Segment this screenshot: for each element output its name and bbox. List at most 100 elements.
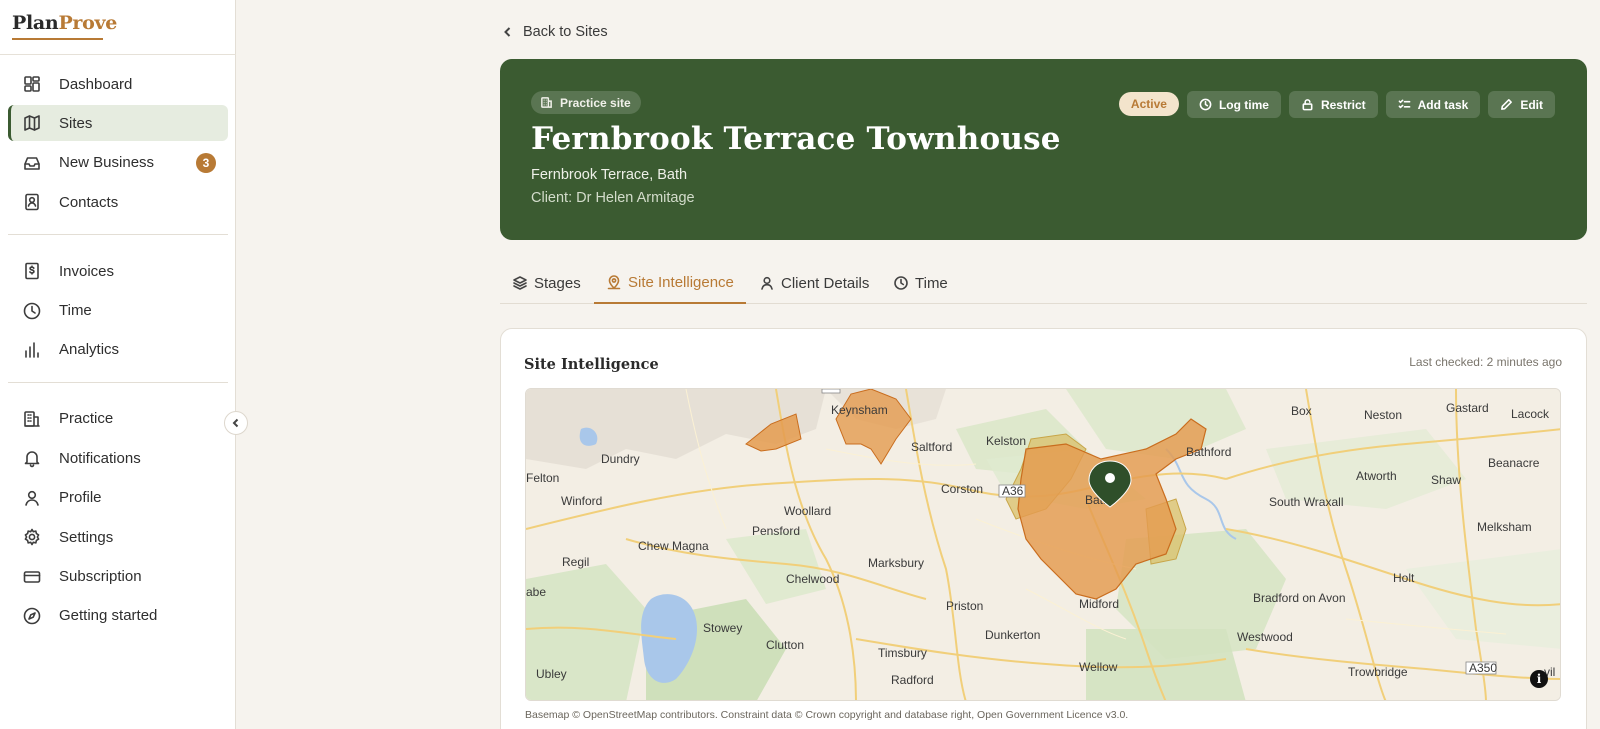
collapse-sidebar-button[interactable]	[224, 411, 248, 435]
sidebar-item-dashboard[interactable]: Dashboard	[8, 66, 228, 102]
map-label: Westwood	[1237, 630, 1293, 644]
map-label: Bathford	[1186, 445, 1231, 459]
sidebar-item-settings[interactable]: Settings	[8, 519, 228, 555]
tab-label: Site Intelligence	[628, 273, 734, 291]
logo-prove: Prove	[58, 12, 118, 34]
sidebar-item-getting-started[interactable]: Getting started	[8, 598, 228, 634]
map-label: Saltford	[911, 440, 952, 454]
button-label: Restrict	[1320, 97, 1366, 112]
map-label: Kelston	[986, 434, 1026, 448]
sidebar-item-label: Contacts	[59, 193, 119, 211]
sidebar-item-contacts[interactable]: Contacts	[8, 184, 228, 220]
map-label: Marksbury	[868, 556, 924, 570]
gear-icon	[22, 527, 42, 547]
credit-card-icon	[22, 567, 42, 587]
inbox-icon	[22, 153, 42, 173]
site-header-banner: Practice site Fernbrook Terrace Townhous…	[500, 59, 1587, 240]
sidebar-item-label: Settings	[59, 528, 114, 546]
site-map[interactable]: Keynsham Saltford Kelston Box Neston Gas…	[525, 388, 1561, 701]
divider	[8, 381, 228, 383]
map-label: Dunkerton	[985, 628, 1040, 642]
count-badge: 3	[196, 152, 216, 173]
map-label: Beanacre	[1488, 456, 1540, 470]
button-label: Add task	[1417, 97, 1469, 112]
pencil-icon	[1501, 99, 1513, 110]
bar-chart-icon	[22, 340, 42, 360]
clock-icon	[1199, 98, 1212, 111]
map-label: Atworth	[1356, 469, 1397, 483]
map-label: abe	[526, 585, 546, 599]
clock-icon	[894, 276, 908, 290]
sidebar-item-new-business[interactable]: New Business 3	[8, 145, 228, 181]
sidebar-item-label: Subscription	[59, 568, 142, 586]
logo-underline	[12, 38, 103, 40]
sidebar-item-analytics[interactable]: Analytics	[8, 332, 228, 368]
map-label: A36	[1002, 484, 1024, 498]
chevron-left-icon	[232, 418, 239, 428]
map-label: Corston	[941, 482, 983, 496]
practice-site-chip: Practice site	[531, 91, 641, 114]
tab-stages[interactable]: Stages	[500, 262, 593, 304]
tab-time[interactable]: Time	[881, 262, 960, 304]
user-icon	[761, 276, 773, 290]
sidebar-nav: Dashboard Sites New Business 3 Contacts …	[8, 66, 228, 637]
layers-icon	[513, 276, 527, 290]
site-intelligence-card: Site Intelligence Last checked: 2 minute…	[500, 328, 1587, 729]
map-label: Felton	[526, 471, 559, 485]
sidebar-item-sites[interactable]: Sites	[8, 105, 228, 142]
map-label: Clutton	[766, 638, 804, 652]
page-title: Fernbrook Terrace Townhouse	[531, 121, 1061, 157]
sidebar-item-label: Dashboard	[59, 75, 133, 93]
restrict-button[interactable]: Restrict	[1288, 91, 1378, 118]
sidebar-item-label: Time	[59, 302, 92, 320]
last-checked-text: Last checked: 2 minutes ago	[1409, 355, 1562, 369]
back-label: Back to Sites	[523, 24, 608, 40]
sidebar-item-label: Profile	[59, 489, 102, 507]
site-tabs: Stages Site Intelligence Client Details …	[500, 262, 1587, 304]
log-time-button[interactable]: Log time	[1186, 91, 1281, 118]
sidebar-item-label: Practice	[59, 410, 114, 428]
divider	[8, 234, 228, 236]
tab-label: Time	[915, 274, 948, 292]
map-label: Bradford on Avon	[1253, 591, 1346, 605]
checklist-icon	[1398, 99, 1411, 109]
bell-icon	[22, 448, 42, 468]
building-icon	[541, 97, 552, 108]
sidebar-item-notifications[interactable]: Notifications	[8, 440, 228, 476]
add-task-button[interactable]: Add task	[1385, 91, 1481, 118]
card-title: Site Intelligence	[524, 356, 659, 373]
map-label: Chew Magna	[638, 539, 709, 553]
map-canvas: Keynsham Saltford Kelston Box Neston Gas…	[526, 389, 1560, 700]
status-badge: Active	[1118, 92, 1179, 116]
back-to-sites-link[interactable]: Back to Sites	[502, 24, 608, 40]
map-label: Melksham	[1477, 520, 1532, 534]
map-info-button[interactable]: i	[1530, 670, 1548, 688]
site-address: Fernbrook Terrace, Bath	[531, 167, 688, 183]
sidebar-item-profile[interactable]: Profile	[8, 480, 228, 516]
sidebar-item-invoices[interactable]: Invoices	[8, 253, 228, 289]
edit-button[interactable]: Edit	[1488, 91, 1555, 118]
map-label: South Wraxall	[1269, 495, 1343, 509]
divider	[0, 54, 236, 55]
sidebar-item-label: Invoices	[59, 262, 115, 280]
map-label: Gastard	[1446, 401, 1489, 415]
map-label: Regil	[562, 555, 589, 569]
sidebar-item-subscription[interactable]: Subscription	[8, 559, 228, 595]
chip-label: Practice site	[560, 95, 631, 110]
tab-client-details[interactable]: Client Details	[747, 262, 881, 304]
map-label: Dundry	[601, 452, 640, 466]
sidebar-item-label: Analytics	[59, 341, 120, 359]
tab-site-intelligence[interactable]: Site Intelligence	[594, 262, 746, 304]
map-label: Ubley	[536, 667, 567, 681]
sidebar-item-time[interactable]: Time	[8, 293, 228, 329]
map-label: Chelwood	[786, 572, 839, 586]
sidebar-item-label: Sites	[59, 114, 93, 132]
dashboard-icon	[22, 74, 42, 94]
header-actions: Active Log time Restrict Add task Edit	[1118, 91, 1555, 118]
map-label: Winford	[561, 494, 602, 508]
map-pin-icon	[607, 275, 621, 290]
app-logo[interactable]: PlanProve	[12, 12, 117, 34]
map-label: Keynsham	[831, 403, 888, 417]
compass-icon	[22, 606, 42, 626]
sidebar-item-practice[interactable]: Practice	[8, 401, 228, 437]
